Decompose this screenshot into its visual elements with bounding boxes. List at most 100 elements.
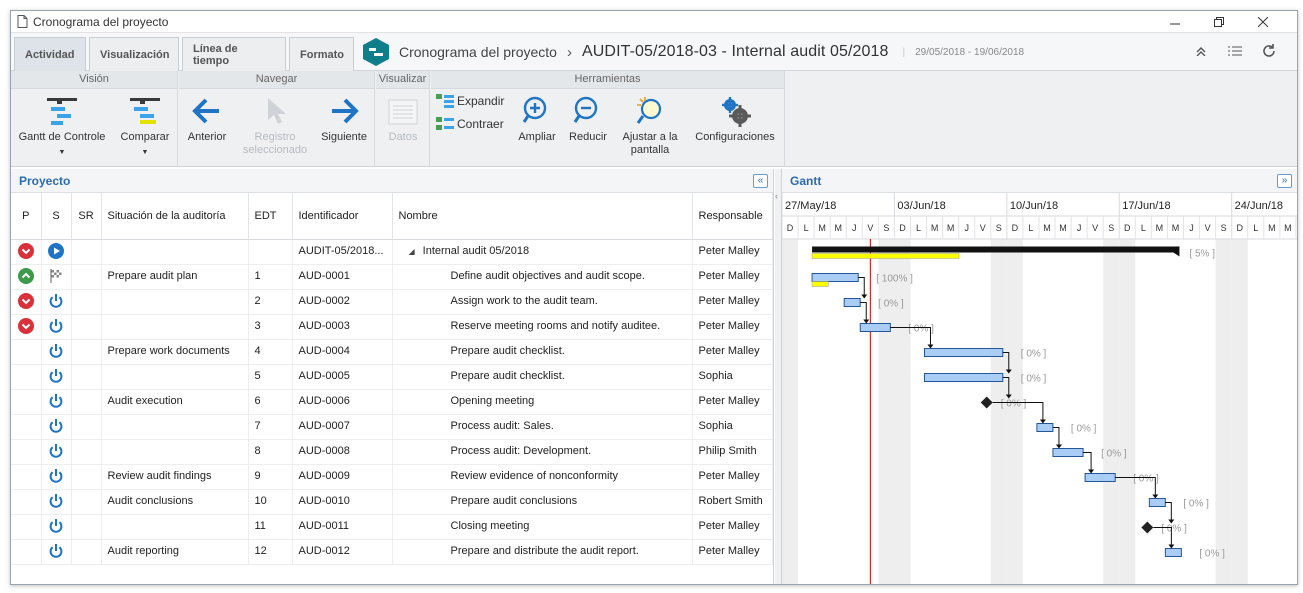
task-name: Assign work to the audit team. xyxy=(450,294,598,307)
previous-button[interactable]: Anterior xyxy=(181,91,233,144)
zoom-in-button[interactable]: Ampliar xyxy=(515,91,559,144)
fit-screen-button[interactable]: Ajustar a la pantalla xyxy=(617,91,683,157)
group-vision: Visión Gantt de Controle ▼ Comparar ▼ xyxy=(11,71,178,167)
power-icon[interactable] xyxy=(48,493,64,509)
table-row[interactable]: 11 AUD-0011 Closing meeting Peter Malley xyxy=(11,514,773,540)
day-label: M xyxy=(834,223,842,233)
table-row[interactable]: 7 AUD-0007 Process audit: Sales. Sophia xyxy=(11,414,773,440)
sr-cell xyxy=(71,439,102,465)
tab-formato[interactable]: Formato xyxy=(289,37,354,71)
power-icon[interactable] xyxy=(48,368,64,384)
dependency-line xyxy=(1052,427,1060,447)
gantt-control-button[interactable]: Gantt de Controle ▼ xyxy=(17,91,107,159)
milestone-diamond xyxy=(1141,521,1154,534)
priority-down-icon[interactable] xyxy=(17,317,34,334)
group-visualizar: Visualizar Datos xyxy=(376,71,430,167)
table-header: P S SR Situación de la auditoría EDT Ide… xyxy=(11,193,773,240)
column-header-name[interactable]: Nombre xyxy=(392,193,693,240)
selected-record-label: Registro seleccionado xyxy=(242,131,308,156)
table-row[interactable]: Review audit findings 9 AUD-0009 Review evi… xyxy=(11,464,773,490)
refresh-icon[interactable] xyxy=(1259,41,1279,61)
power-icon[interactable] xyxy=(48,468,64,484)
tab-actividad[interactable]: Actividad xyxy=(14,37,86,72)
identifier-cell: AUD-0010 xyxy=(292,489,393,515)
weekend-column xyxy=(1231,239,1248,584)
progress-label: [ 0% ] xyxy=(1071,424,1097,435)
table-row[interactable]: AUDIT-05/2018... ◢ Internal audit 05/2018 P… xyxy=(11,239,773,265)
column-header-p[interactable]: P xyxy=(11,193,42,240)
day-label: V xyxy=(867,223,873,233)
edt-cell: 10 xyxy=(248,489,293,515)
gantt-panel: Gantt » 27/May/18 03/Jun/18 10/Jun/18 17/Ju… xyxy=(781,169,1297,584)
collapse-button[interactable]: Contraer xyxy=(436,117,504,131)
table-row[interactable]: Prepare audit plan 1 AUD-0001 Define audit … xyxy=(11,264,773,290)
day-label: D xyxy=(899,223,906,233)
settings-button[interactable]: Configuraciones xyxy=(689,91,781,144)
tab-visualizacion[interactable]: Visualización xyxy=(89,37,179,71)
tree-toggle-icon[interactable]: ◢ xyxy=(409,247,415,256)
task-name: Prepare and distribute the audit report. xyxy=(450,544,639,557)
close-icon[interactable] xyxy=(1241,11,1285,33)
sr-cell xyxy=(71,314,102,340)
minimize-icon[interactable] xyxy=(1153,11,1197,33)
status-cell xyxy=(41,314,72,340)
restore-icon[interactable] xyxy=(1197,11,1241,33)
progress-label: [ 0% ] xyxy=(1101,449,1127,460)
data-label: Datos xyxy=(388,131,418,143)
expand-panel-button[interactable]: » xyxy=(1277,174,1292,188)
power-icon[interactable] xyxy=(48,393,64,409)
tab-linea-de-tiempo[interactable]: Línea de tiempo xyxy=(182,37,286,71)
day-label: M xyxy=(1172,223,1180,233)
priority-up-icon[interactable] xyxy=(17,267,34,284)
column-header-edt[interactable]: EDT xyxy=(248,193,293,240)
zoom-out-button[interactable]: Reducir xyxy=(565,91,611,144)
day-label: J xyxy=(1189,223,1194,233)
compare-icon xyxy=(115,91,175,131)
collapse-up-icon[interactable] xyxy=(1191,41,1211,61)
table-row[interactable]: Audit execution 6 AUD-0006 Opening meeting P… xyxy=(11,389,773,415)
summary-end-cap xyxy=(1173,252,1180,257)
power-icon[interactable] xyxy=(48,418,64,434)
list-icon[interactable] xyxy=(1225,41,1245,61)
compare-button[interactable]: Comparar ▼ xyxy=(115,91,175,159)
column-header-identifier[interactable]: Identificador xyxy=(292,193,393,240)
next-button[interactable]: Siguiente xyxy=(317,91,371,144)
dependency-line xyxy=(1165,502,1172,522)
table-row[interactable]: Prepare work documents 4 AUD-0004 Prepare a… xyxy=(11,339,773,365)
collapse-panel-button[interactable]: « xyxy=(753,174,768,188)
edt-cell: 11 xyxy=(248,514,293,540)
power-icon[interactable] xyxy=(48,343,64,359)
situation-cell: Audit reporting xyxy=(101,539,249,565)
power-icon[interactable] xyxy=(48,543,64,559)
column-header-s[interactable]: S xyxy=(41,193,72,240)
power-icon[interactable] xyxy=(48,443,64,459)
priority-down-icon[interactable] xyxy=(17,292,34,309)
power-icon[interactable] xyxy=(48,293,64,309)
task-bar xyxy=(859,323,891,332)
weekend-column xyxy=(1119,239,1136,584)
table-row[interactable]: 2 AUD-0002 Assign work to the audit team. P… xyxy=(11,289,773,315)
checkered-flag-icon[interactable] xyxy=(48,268,64,284)
column-header-owner[interactable]: Responsable xyxy=(692,193,773,240)
power-icon[interactable] xyxy=(48,318,64,334)
priority-down-icon[interactable] xyxy=(17,242,34,259)
name-cell: Closing meeting xyxy=(392,514,693,540)
table-row[interactable]: 3 AUD-0003 Reserve meeting rooms and notif… xyxy=(11,314,773,340)
status-play-icon[interactable] xyxy=(48,242,64,259)
owner-cell: Peter Malley xyxy=(692,339,773,365)
identifier-cell: AUD-0008 xyxy=(292,439,393,465)
column-header-situation[interactable]: Situación de la auditoría xyxy=(101,193,249,240)
power-icon[interactable] xyxy=(48,518,64,534)
table-row[interactable]: 8 AUD-0008 Process audit: Development. Phil… xyxy=(11,439,773,465)
weekend-column xyxy=(1006,239,1023,584)
selected-record-button[interactable]: Registro seleccionado xyxy=(239,91,311,157)
owner-cell: Robert Smith xyxy=(692,489,773,515)
table-row[interactable]: Audit conclusions 10 AUD-0010 Prepare audit… xyxy=(11,489,773,515)
table-row[interactable]: Audit reporting 12 AUD-0012 Prepare and dis… xyxy=(11,539,773,565)
data-button[interactable]: Datos xyxy=(382,91,424,144)
column-header-sr[interactable]: SR xyxy=(71,193,102,240)
table-row[interactable]: 5 AUD-0005 Prepare audit checklist. Sophia xyxy=(11,364,773,390)
dependency-arrow xyxy=(861,294,868,299)
breadcrumb-module[interactable]: Cronograma del proyecto xyxy=(399,44,557,60)
expand-button[interactable]: Expandir xyxy=(436,94,504,108)
